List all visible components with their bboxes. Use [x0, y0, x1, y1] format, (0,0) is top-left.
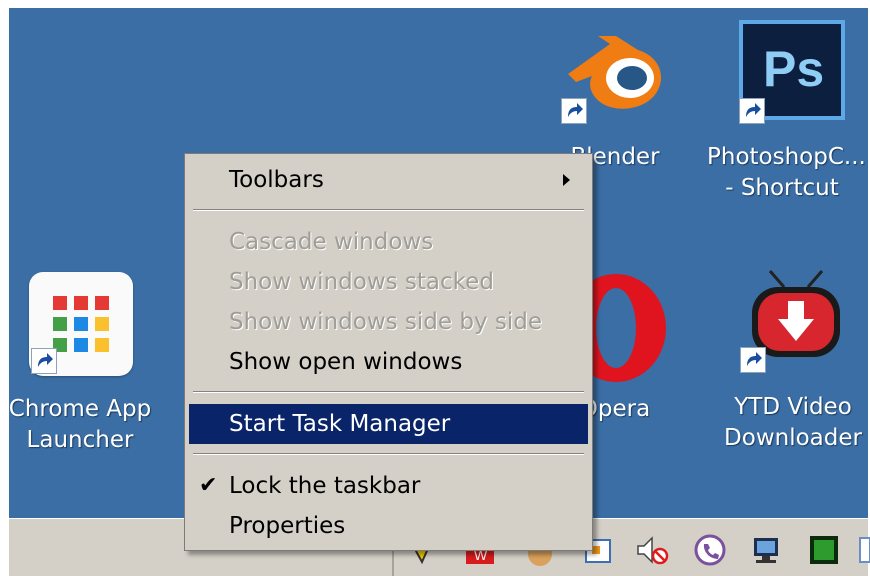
menu-item-lock-the-taskbar[interactable]: ✔ Lock the taskbar	[189, 466, 588, 506]
menu-separator	[193, 209, 584, 211]
menu-separator	[193, 453, 584, 455]
menu-item-cascade-windows: Cascade windows	[189, 222, 588, 262]
shortcut-arrow-icon	[740, 347, 766, 373]
taskbar-context-menu: Toolbars Cascade windows Show windows st…	[184, 153, 593, 551]
desktop-icon-chrome-app-launcher[interactable]: Chrome App Launcher	[5, 270, 155, 460]
menu-item-label: Cascade windows	[229, 229, 434, 255]
menu-item-label: Toolbars	[229, 167, 324, 193]
menu-item-toolbars[interactable]: Toolbars	[189, 160, 588, 200]
icon-label-line1: YTD Video	[734, 394, 852, 420]
icon-label-line2: - Shortcut	[725, 175, 839, 201]
network-icon[interactable]	[750, 532, 786, 568]
display-icon[interactable]	[858, 532, 870, 568]
menu-item-show-windows-stacked: Show windows stacked	[189, 262, 588, 302]
menu-item-show-open-windows[interactable]: Show open windows	[189, 342, 588, 382]
icon-label-line1: PhotoshopC...	[707, 144, 866, 170]
menu-item-properties[interactable]: Properties	[189, 506, 588, 546]
menu-item-label: Show windows stacked	[229, 269, 494, 295]
menu-item-label: Start Task Manager	[229, 411, 451, 437]
menu-item-label: Show windows side by side	[229, 309, 543, 335]
monitor-icon[interactable]	[806, 532, 842, 568]
menu-separator	[193, 391, 584, 393]
submenu-arrow-icon	[563, 174, 570, 186]
shortcut-arrow-icon	[739, 98, 765, 124]
shortcut-arrow-icon	[561, 98, 587, 124]
menu-item-show-windows-side-by-side: Show windows side by side	[189, 302, 588, 342]
icon-label-line2: Launcher	[26, 427, 134, 453]
checkmark-icon: ✔	[199, 473, 218, 498]
icon-label-line1: Chrome App	[8, 396, 152, 422]
viber-icon[interactable]	[692, 532, 728, 568]
screen: Chrome App Launcher Blender Ps Photoshop…	[0, 0, 870, 576]
desktop-icon-photoshop[interactable]: Ps PhotoshopC... - Shortcut	[707, 18, 866, 208]
menu-item-label: Show open windows	[229, 349, 463, 375]
menu-item-label: Properties	[229, 513, 346, 539]
shortcut-arrow-icon	[31, 348, 57, 374]
icon-label-line2: Downloader	[724, 425, 862, 451]
desktop-icon-ytd-video-downloader[interactable]: YTD Video Downloader	[718, 265, 868, 465]
menu-item-start-task-manager[interactable]: Start Task Manager	[189, 404, 588, 444]
volume-muted-icon[interactable]	[634, 532, 670, 568]
menu-item-label: Lock the taskbar	[229, 473, 421, 499]
svg-text:Ps: Ps	[763, 41, 824, 97]
